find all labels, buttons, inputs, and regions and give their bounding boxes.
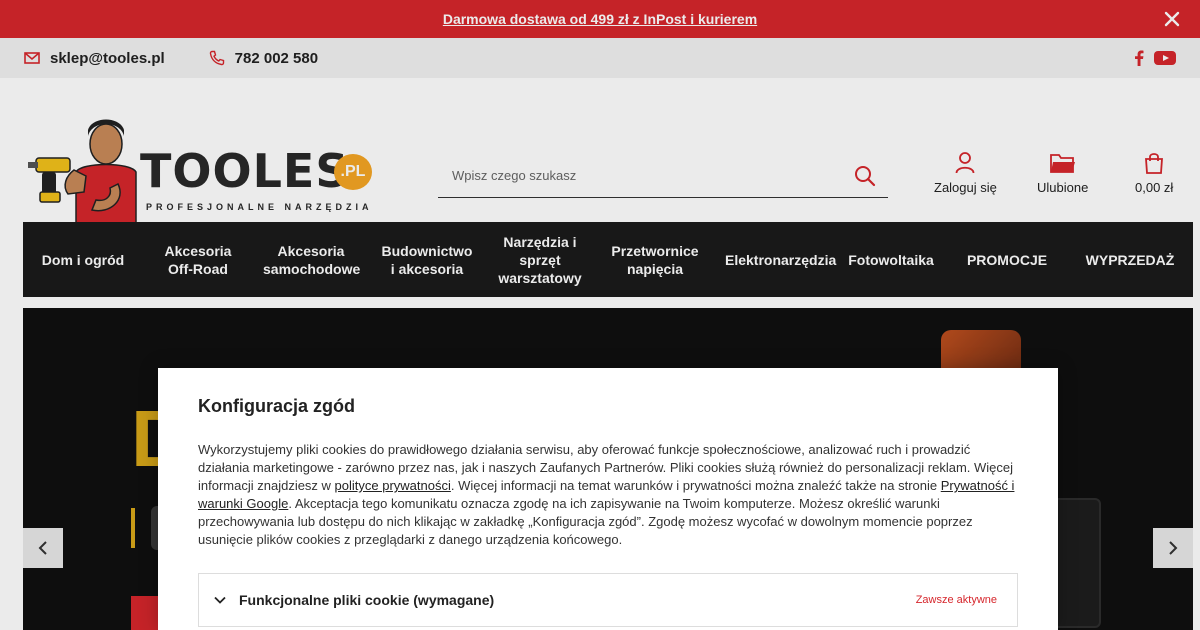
privacy-policy-link[interactable]: polityce prywatności — [335, 478, 451, 493]
consent-text-part-3: . Akceptacja tego komunikatu oznacza zgo… — [198, 496, 973, 547]
functional-cookies-section[interactable]: Funkcjonalne pliki cookie (wymagane) Zaw… — [198, 573, 1018, 627]
cookie-consent-modal: Konfiguracja zgód Wykorzystujemy pliki c… — [158, 368, 1058, 630]
always-active-badge: Zawsze aktywne — [915, 594, 997, 606]
chevron-down-icon — [214, 596, 226, 604]
consent-text: Wykorzystujemy pliki cookies do prawidło… — [198, 441, 1018, 549]
functional-cookies-title: Funkcjonalne pliki cookie (wymagane) — [239, 592, 495, 608]
consent-text-part-2: . Więcej informacji na temat warunków i … — [450, 478, 941, 493]
consent-title: Konfiguracja zgód — [198, 396, 355, 416]
